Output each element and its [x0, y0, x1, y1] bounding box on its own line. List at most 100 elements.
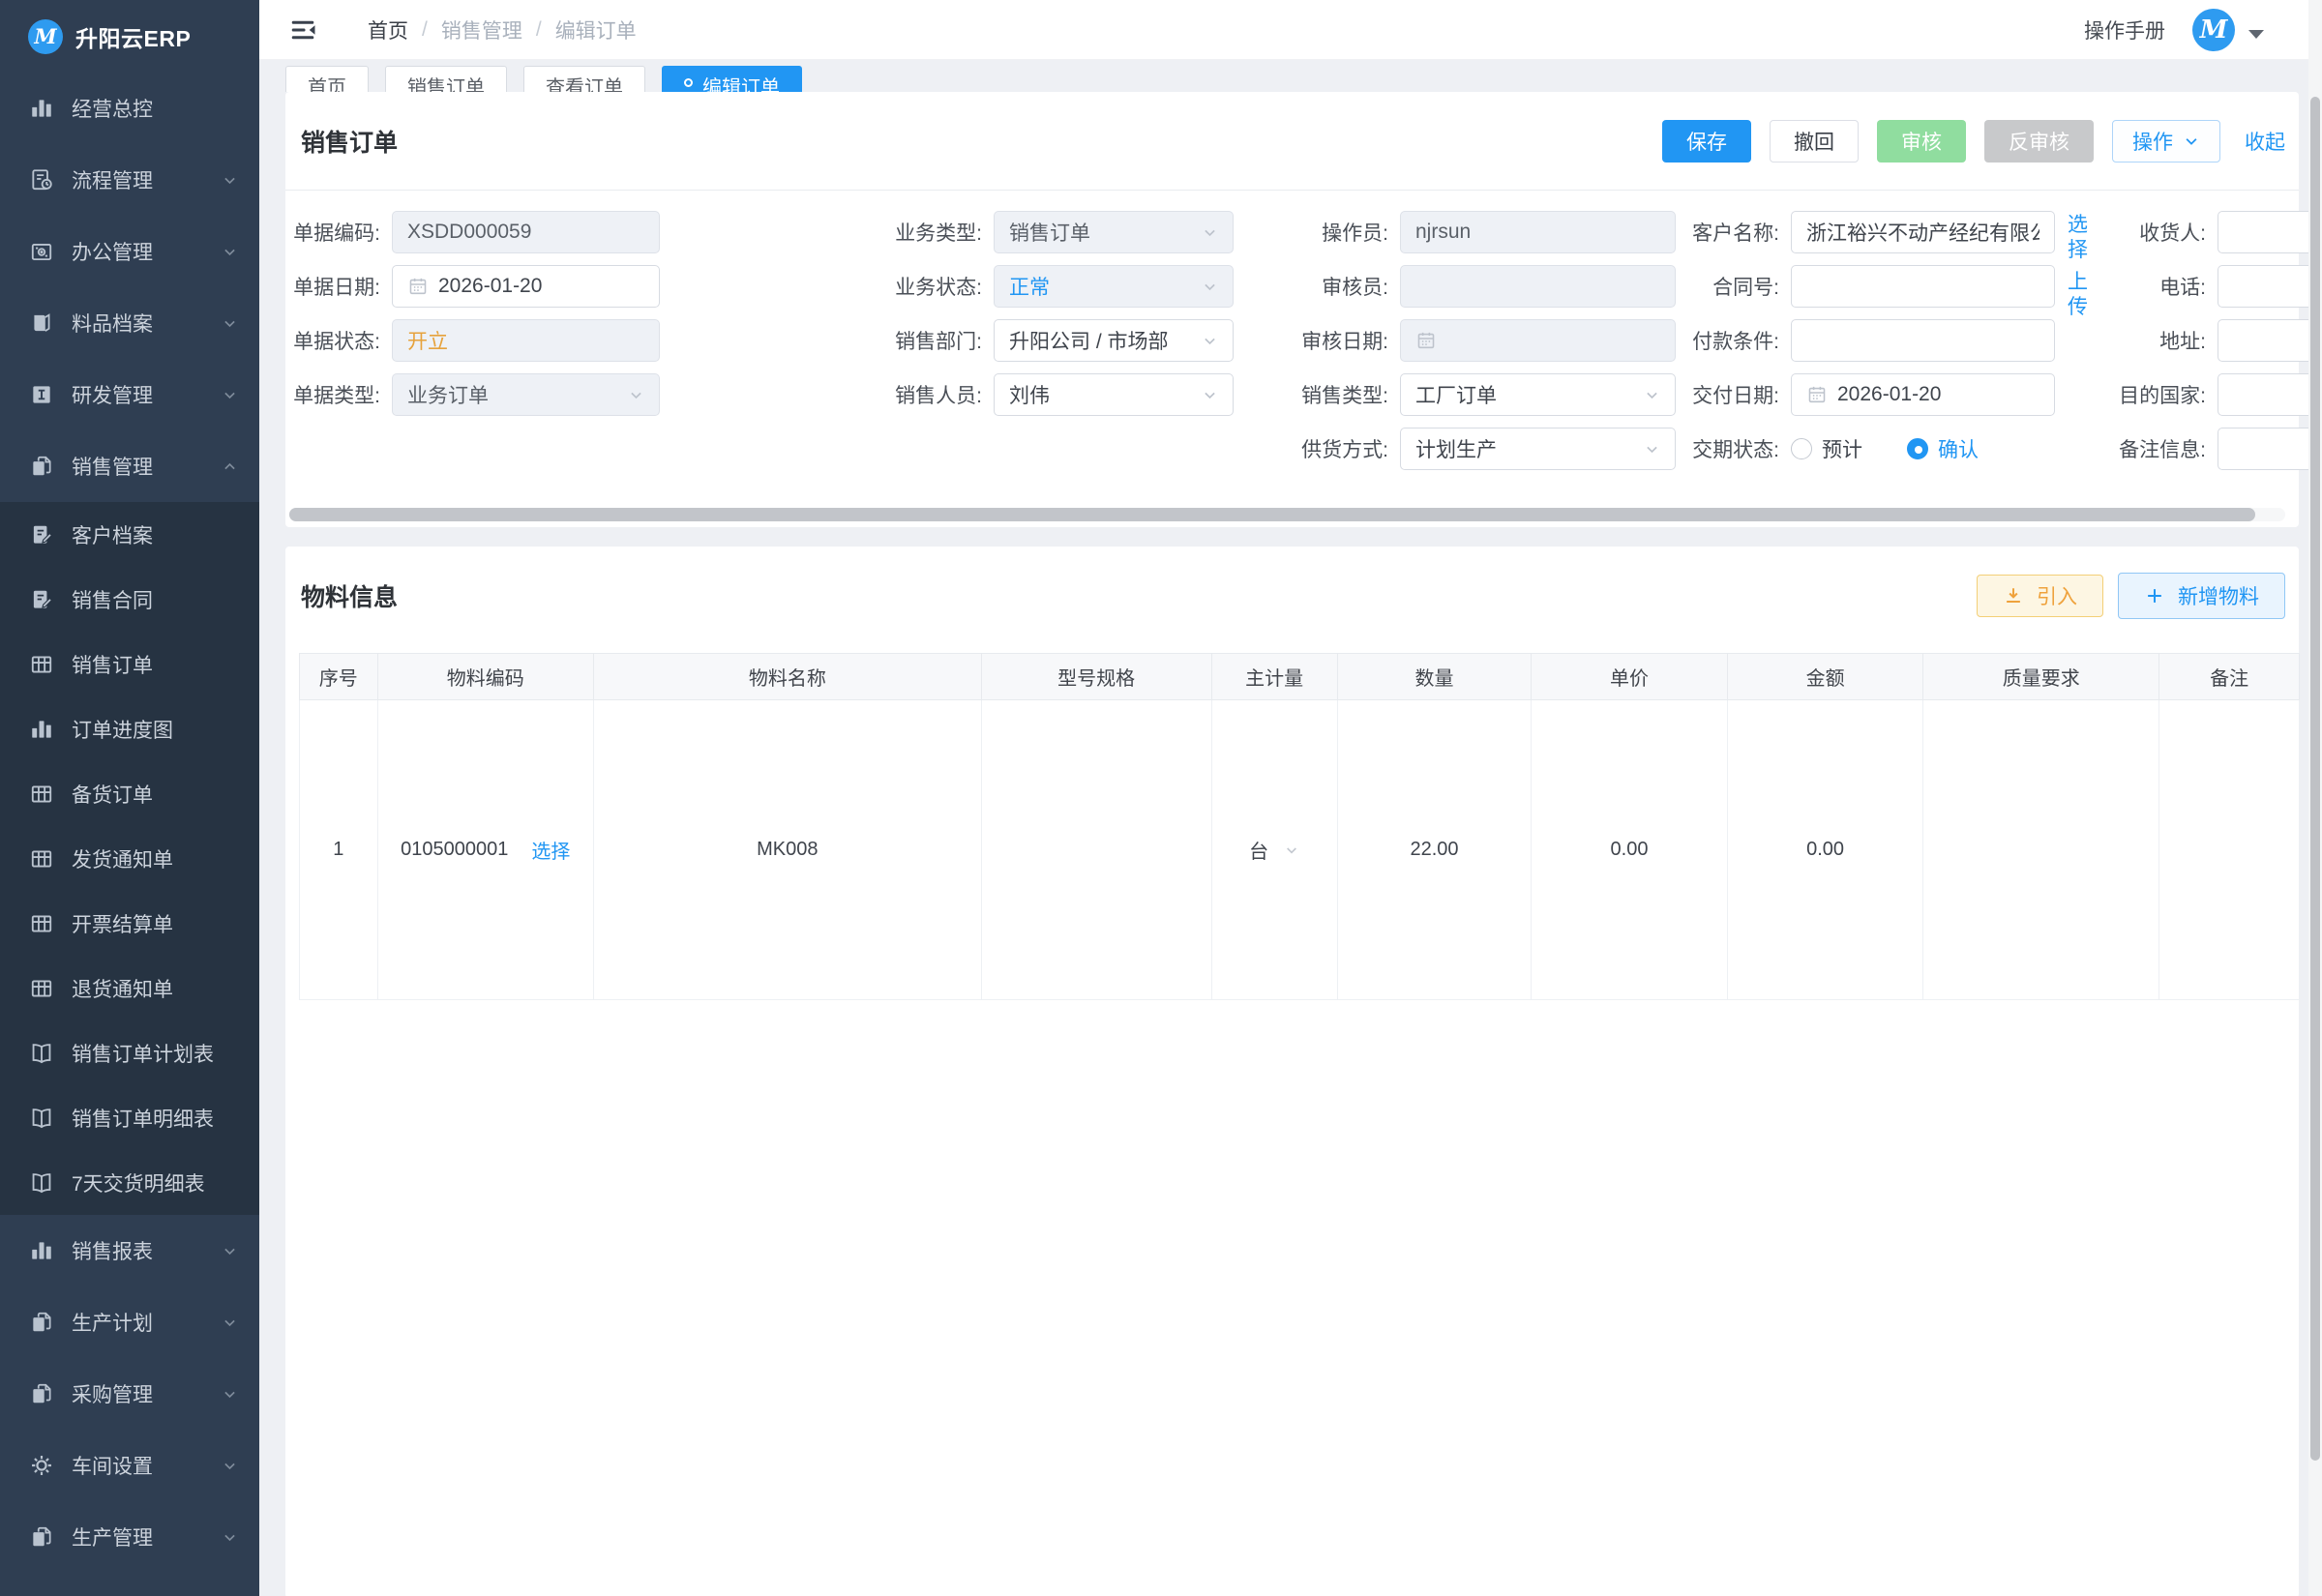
operator-input[interactable]: njrsun — [1400, 211, 1676, 253]
sidebar-item-sales-contract[interactable]: 销售合同 — [0, 567, 259, 632]
page-scrollbar[interactable] — [2308, 0, 2322, 1596]
sidebar-item-sales-mgmt[interactable]: 销售管理 — [0, 430, 259, 502]
sidebar-item-process-mgmt[interactable]: 流程管理 — [0, 144, 259, 216]
remark-textarea[interactable] — [2218, 428, 2322, 470]
tab-sales-order[interactable]: 销售订单 — [385, 66, 507, 92]
sidebar-item-return-notice[interactable]: 退货通知单 — [0, 956, 259, 1020]
page-scrollbar-thumb[interactable] — [2310, 97, 2320, 1461]
app-root: M 升阳云ERP 经营总控 流程管理 办公管理 料品档案 研发管理 — [0, 0, 2322, 1596]
spec-cell[interactable] — [981, 700, 1211, 1000]
address-input[interactable] — [2218, 319, 2322, 362]
field-label: 审核员: — [1299, 272, 1388, 301]
sidebar-item-sales-report[interactable]: 销售报表 — [0, 1215, 259, 1286]
save-button[interactable]: 保存 — [1662, 120, 1751, 163]
withdraw-button[interactable]: 撤回 — [1770, 120, 1859, 163]
sidebar-item-order-plan-report[interactable]: 销售订单计划表 — [0, 1020, 259, 1085]
sidebar-item-invoice-settlement[interactable]: 开票结算单 — [0, 891, 259, 956]
sidebar-item-production-plan[interactable]: 生产计划 — [0, 1286, 259, 1358]
payment-terms-input[interactable] — [1791, 319, 2055, 362]
sidebar-item-machining-workshop[interactable]: 加工车间 — [0, 1573, 259, 1596]
field-label: 操作员: — [1299, 218, 1388, 247]
sidebar-item-business-overview[interactable]: 经营总控 — [0, 73, 259, 144]
horizontal-scrollbar-thumb[interactable] — [289, 508, 2255, 521]
sidebar-item-order-detail-report[interactable]: 销售订单明细表 — [0, 1085, 259, 1150]
sidebar-item-customer-archive[interactable]: 客户档案 — [0, 502, 259, 567]
import-button[interactable]: 引入 — [1977, 575, 2103, 617]
table-row: 1 0105000001 选择 MK008 台 — [300, 700, 2300, 1000]
quality-cell[interactable] — [1923, 700, 2159, 1000]
breadcrumb-home[interactable]: 首页 — [368, 15, 408, 44]
manual-link[interactable]: 操作手册 — [2084, 15, 2165, 44]
research-icon — [29, 382, 54, 407]
quantity-cell[interactable]: 22.00 — [1337, 700, 1531, 1000]
contract-no-input[interactable] — [1791, 265, 2055, 308]
sidebar-item-workshop-settings[interactable]: 车间设置 — [0, 1430, 259, 1501]
tab-edit-order[interactable]: 编辑订单 — [662, 66, 802, 92]
delivery-date-input[interactable]: 2026-01-20 — [1791, 373, 2055, 416]
sidebar-item-7day-delivery-report[interactable]: 7天交货明细表 — [0, 1150, 259, 1215]
add-material-button[interactable]: 新增物料 — [2118, 573, 2285, 619]
horizontal-scrollbar[interactable] — [289, 508, 2285, 521]
doc-type-select[interactable]: 业务订单 — [392, 373, 660, 416]
menu-fold-icon[interactable] — [288, 15, 317, 44]
app-logo[interactable]: M 升阳云ERP — [0, 0, 259, 73]
doc-code-input[interactable]: XSDD000059 — [392, 211, 660, 253]
panel-header: 销售订单 保存 撤回 审核 反审核 操作 收起 — [285, 92, 2299, 191]
customer-select-link[interactable]: 选择 — [2068, 213, 2091, 263]
avatar[interactable]: M — [2192, 9, 2235, 51]
sidebar-item-label: 办公管理 — [72, 237, 222, 266]
phone-input[interactable] — [2218, 265, 2322, 308]
sidebar-item-material-archive[interactable]: 料品档案 — [0, 287, 259, 359]
biz-status-select[interactable]: 正常 — [994, 265, 1234, 308]
radio-estimate[interactable]: 预计 — [1791, 434, 1862, 463]
sidebar-item-shipping-notice[interactable]: 发货通知单 — [0, 826, 259, 891]
supply-mode-select[interactable]: 计划生产 — [1400, 428, 1676, 470]
tab-view-order[interactable]: 查看订单 — [523, 66, 645, 92]
breadcrumb-sales-mgmt[interactable]: 销售管理 — [441, 15, 522, 44]
salesman-select[interactable]: 刘伟 — [994, 373, 1234, 416]
destination-country-input[interactable] — [2218, 373, 2322, 416]
chevron-down-icon — [222, 1529, 238, 1546]
unaudit-button[interactable]: 反审核 — [1984, 120, 2094, 163]
chevron-down-icon — [1202, 333, 1218, 349]
sidebar-item-office-mgmt[interactable]: 办公管理 — [0, 216, 259, 287]
chevron-up-icon — [222, 458, 238, 475]
price-cell[interactable]: 0.00 — [1532, 700, 1728, 1000]
biz-type-select[interactable]: 销售订单 — [994, 211, 1234, 253]
tab-home[interactable]: 首页 — [285, 66, 369, 92]
column-header: 单价 — [1532, 654, 1728, 700]
unit-cell[interactable]: 台 — [1211, 700, 1337, 1000]
sales-dept-select[interactable]: 升阳公司 / 市场部 — [994, 319, 1234, 362]
sidebar-item-stock-order[interactable]: 备货订单 — [0, 761, 259, 826]
field-label: 合同号: — [1690, 272, 1779, 301]
user-menu-caret-icon[interactable] — [2248, 30, 2264, 39]
sale-type-select[interactable]: 工厂订单 — [1400, 373, 1676, 416]
select-material-link[interactable]: 选择 — [531, 836, 570, 864]
radio-confirm[interactable]: 确认 — [1907, 434, 1979, 463]
auditor-input[interactable] — [1400, 265, 1676, 308]
column-header: 型号规格 — [981, 654, 1211, 700]
chevron-down-icon — [1644, 441, 1660, 458]
materials-table: 序号 物料编码 物料名称 型号规格 主计量 数量 单价 金额 质量要求 备注 1 — [299, 653, 2300, 1000]
plus-icon — [2144, 585, 2165, 606]
sidebar-item-sales-order[interactable]: 销售订单 — [0, 632, 259, 696]
remark-cell[interactable] — [2159, 700, 2300, 1000]
material-name-cell[interactable]: MK008 — [593, 700, 981, 1000]
customer-name-input[interactable]: 浙江裕兴不动产经纪有限公司 — [1791, 211, 2055, 253]
audit-date-input[interactable] — [1400, 319, 1676, 362]
doc-status-input[interactable]: 开立 — [392, 319, 660, 362]
sidebar-item-rd-mgmt[interactable]: 研发管理 — [0, 359, 259, 430]
more-actions-button[interactable]: 操作 — [2112, 120, 2220, 163]
sidebar-item-label: 经营总控 — [72, 94, 238, 123]
collapse-panel-link[interactable]: 收起 — [2245, 127, 2285, 156]
sidebar-item-production-mgmt[interactable]: 生产管理 — [0, 1501, 259, 1573]
doc-date-input[interactable]: 2026-01-20 — [392, 265, 660, 308]
radio-checked-icon — [1907, 438, 1928, 459]
sidebar-item-purchase-mgmt[interactable]: 采购管理 — [0, 1358, 259, 1430]
sidebar-item-order-progress[interactable]: 订单进度图 — [0, 696, 259, 761]
column-header: 数量 — [1337, 654, 1531, 700]
receiver-input[interactable] — [2218, 211, 2322, 253]
customer-upload-link[interactable]: 上传 — [2068, 270, 2091, 320]
field-label: 收货人: — [2102, 218, 2206, 247]
audit-button[interactable]: 审核 — [1877, 120, 1966, 163]
